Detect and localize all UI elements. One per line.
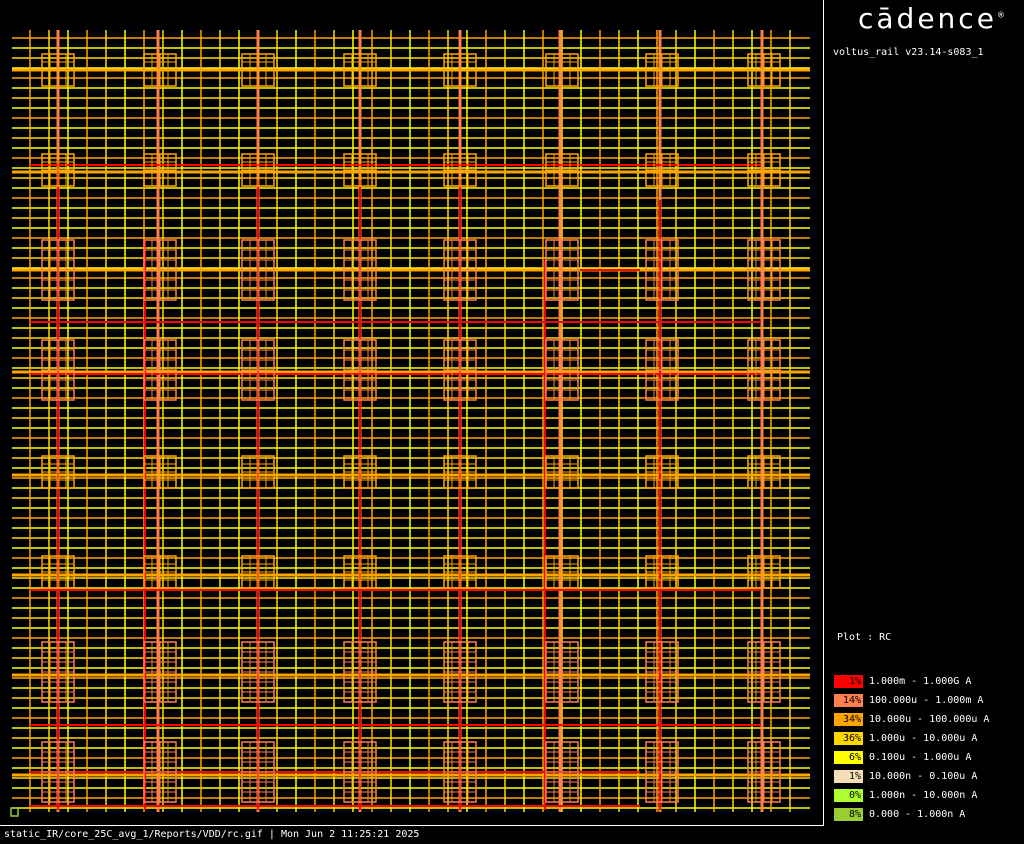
legend-row: 36% 1.000u - 10.000u A: [834, 729, 989, 748]
cadence-logo: cādence®: [858, 2, 1005, 35]
legend-range: 1.000u - 10.000u A: [869, 733, 978, 744]
legend-row: 6% 0.100u - 1.000u A: [834, 748, 989, 767]
legend-swatch: 8%: [834, 808, 863, 821]
legend-row: 14% 100.000u - 1.000m A: [834, 691, 989, 710]
legend-swatch: 6%: [834, 751, 863, 764]
corner-marker: [10, 807, 19, 817]
power-grid-plot: [10, 30, 810, 817]
legend-range: 0.100u - 1.000u A: [869, 752, 972, 763]
legend-swatch: 1%: [834, 675, 863, 688]
legend-swatch: 14%: [834, 694, 863, 707]
plot-area: [0, 0, 824, 826]
legend-row: 8% 0.000 - 1.000n A: [834, 805, 989, 824]
legend: 1% 1.000m - 1.000G A 14% 100.000u - 1.000m…: [834, 672, 989, 824]
footer-path: static_IR/core_25C_avg_1/Reports/VDD/rc.…: [4, 829, 420, 840]
legend-range: 0.000 - 1.000n A: [869, 809, 966, 820]
logo-text: cādence: [858, 2, 997, 35]
legend-range: 1.000n - 10.000n A: [869, 790, 978, 801]
tool-version: voltus_rail v23.14-s083_1: [833, 47, 984, 58]
legend-range: 10.000n - 0.100u A: [869, 771, 978, 782]
legend-row: 1% 1.000m - 1.000G A: [834, 672, 989, 691]
plot-label: Plot : RC: [837, 632, 892, 643]
legend-row: 1% 10.000n - 0.100u A: [834, 767, 989, 786]
legend-range: 10.000u - 100.000u A: [869, 714, 990, 725]
legend-swatch: 36%: [834, 732, 863, 745]
legend-swatch: 34%: [834, 713, 863, 726]
legend-row: 0% 1.000n - 10.000n A: [834, 786, 989, 805]
legend-swatch: 0%: [834, 789, 863, 802]
legend-swatch: 1%: [834, 770, 863, 783]
legend-row: 34% 10.000u - 100.000u A: [834, 710, 989, 729]
legend-range: 1.000m - 1.000G A: [869, 676, 972, 687]
legend-range: 100.000u - 1.000m A: [869, 695, 984, 706]
